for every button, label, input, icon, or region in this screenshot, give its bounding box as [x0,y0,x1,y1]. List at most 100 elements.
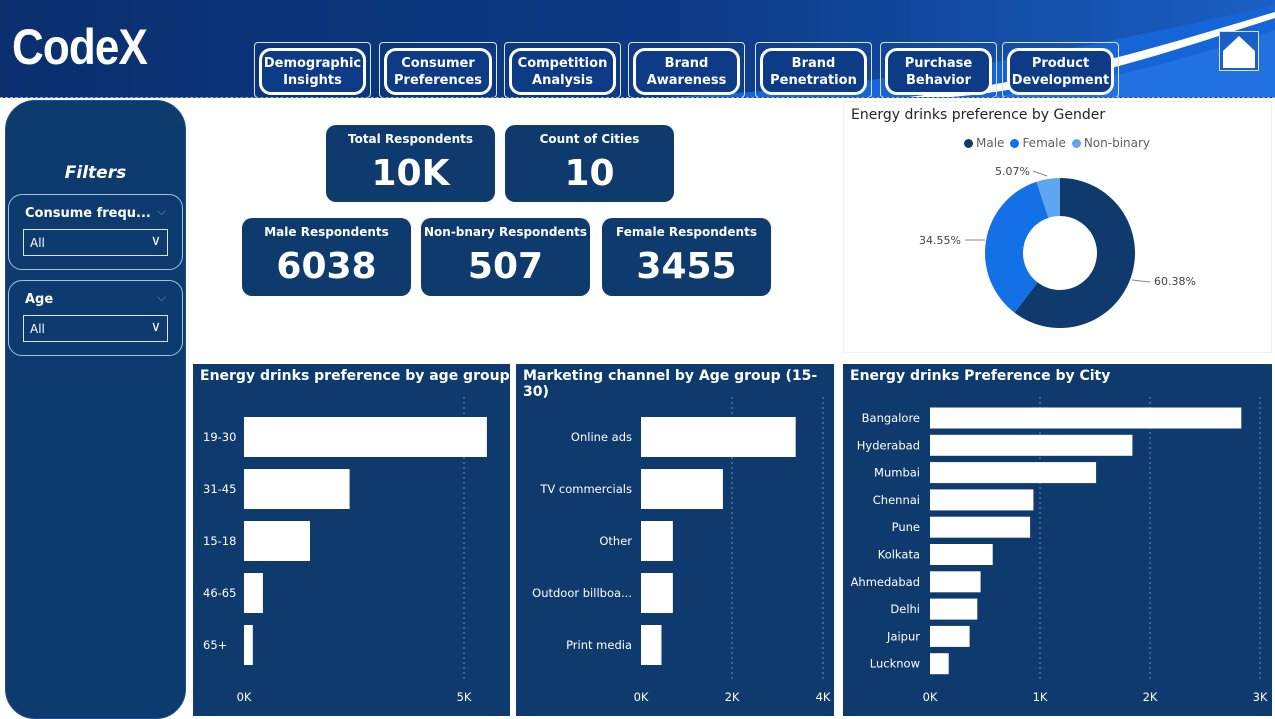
category-label: Mumbai [874,466,920,480]
kpi-label: Total Respondents [347,132,473,146]
chevron-down-icon: ∨ [150,233,161,249]
legend-label: Non-binary [1083,136,1151,150]
category-label: Print media [566,638,632,652]
category-label: Outdoor billboa... [532,586,632,600]
data-label: 5.07% [995,165,1030,178]
x-tick-label: 2K [725,690,740,704]
chevron-down-icon: ∨ [150,319,161,335]
kpi-value: 3455 [636,246,737,287]
kpi-value: 6038 [276,246,377,287]
nav-consumer-preferences[interactable]: Consumer Preferences [379,42,497,97]
category-label: Ahmedabad [851,575,920,589]
category-label: Delhi [890,602,920,616]
bar[interactable] [641,521,673,561]
x-tick-label: 0K [634,690,649,704]
bar[interactable] [930,544,993,565]
nav-label: Competition Analysis [509,48,616,95]
x-tick-label: 2K [1143,690,1158,704]
chart-legend: Male Female Non-binary [964,136,1150,150]
nav-demographic-insights[interactable]: Demographic Insights [254,42,371,97]
kpi-value: 10K [371,153,450,194]
category-label: Lucknow [870,657,920,671]
kpi-label: Male Respondents [264,225,389,239]
bar[interactable] [930,462,1097,484]
nav-label: Product Development [1007,48,1114,95]
legend-swatch [964,138,973,148]
chevron-down-icon[interactable]: ⌵ [157,204,166,219]
marketing-channel-bar-chart: Online ads TV commercials Other Outdoor bil… [532,397,831,704]
category-label: 31-45 [203,482,236,496]
nav-label: Purchase Behavior [885,48,992,95]
bar[interactable] [930,516,1031,538]
bar[interactable] [244,573,263,613]
legend-item-female[interactable]: Female [1010,136,1066,150]
x-tick-label: 3K [1253,690,1268,704]
category-label: Other [599,534,632,548]
age-dropdown[interactable]: All ∨ [23,315,168,342]
nav-brand-penetration[interactable]: Brand Penetration [755,42,872,97]
legend-item-nonbinary[interactable]: Non-binary [1071,136,1151,150]
filter-age: Age ⌵ All ∨ [8,280,183,356]
consume-frequency-dropdown[interactable]: All ∨ [23,229,168,256]
bar[interactable] [930,598,978,620]
chevron-down-icon[interactable]: ⌵ [157,290,166,305]
gender-donut-panel: Energy drinks preference by Gender Male … [843,101,1272,353]
legend-label: Male [976,136,1005,150]
category-label: Hyderabad [857,438,920,452]
kpi-label: Count of Cities [539,132,640,146]
legend-swatch [1071,138,1081,148]
dropdown-value: All [30,236,45,250]
filter-label: Age [25,292,54,307]
kpi-label: Non-bnary Respondents [423,225,587,239]
kpi-label: Female Respondents [616,225,757,239]
data-label: 60.38% [1154,275,1196,288]
kpi-female-respondents: Female Respondents 3455 [602,218,771,296]
bar[interactable] [930,571,981,593]
bar[interactable] [244,469,350,509]
nav-competition-analysis[interactable]: Competition Analysis [504,42,621,97]
age-group-bar-chart: 19-30 31-45 15-18 46-65 65+ 0K 5K [203,397,487,704]
bar[interactable] [244,625,253,665]
bar[interactable] [930,653,949,675]
home-icon [1223,36,1255,68]
codex-logo: CodeX [12,19,148,75]
chart-title: Energy drinks preference by Gender [851,107,1106,123]
bar[interactable] [244,417,487,457]
nav-label: Brand Awareness [633,48,740,95]
bar[interactable] [641,573,673,613]
nav-product-development[interactable]: Product Development [1002,42,1119,97]
data-label-leader [1131,279,1151,283]
home-button[interactable] [1219,31,1259,71]
bar[interactable] [641,469,723,509]
nav-purchase-behavior[interactable]: Purchase Behavior [880,42,997,97]
filter-label: Consume frequ... [25,206,151,221]
nav-brand-awareness[interactable]: Brand Awareness [628,42,745,97]
kpi-value: 10 [564,153,615,194]
bar[interactable] [641,417,796,457]
category-label: 19-30 [203,430,236,444]
filter-sidebar: Filters Consume frequ... ⌵ All ∨ Age ⌵ A… [5,100,186,719]
bar[interactable] [930,407,1242,429]
filters-title: Filters [64,163,127,183]
x-tick-label: 4K [816,690,831,704]
category-label: TV commercials [539,482,632,496]
age-group-chart-panel: Energy drinks preference by age group 19… [193,364,510,716]
data-label: 34.55% [919,234,961,247]
x-tick-label: 0K [237,690,252,704]
category-label: Jaipur [886,629,920,643]
category-label: 46-65 [203,586,236,600]
kpi-value: 507 [467,246,544,287]
city-chart-panel: Energy drinks Preference by City Bangalo… [843,364,1272,716]
bar[interactable] [641,625,662,665]
kpi-nonbinary-respondents: Non-bnary Respondents 507 [421,218,590,296]
bar[interactable] [244,521,310,561]
bar[interactable] [930,625,970,647]
bar[interactable] [930,434,1133,456]
city-bar-chart: Bangalore Hyderabad Mumbai Chennai Pune Kolka… [851,397,1268,704]
legend-item-male[interactable]: Male [964,136,1004,150]
header-bar: CodeX Demographic Insights Consumer Pref… [0,0,1275,98]
kpi-male-respondents: Male Respondents 6038 [242,218,411,296]
data-label-leader [1032,170,1048,177]
bar[interactable] [930,489,1034,511]
x-tick-label: 5K [457,690,472,704]
